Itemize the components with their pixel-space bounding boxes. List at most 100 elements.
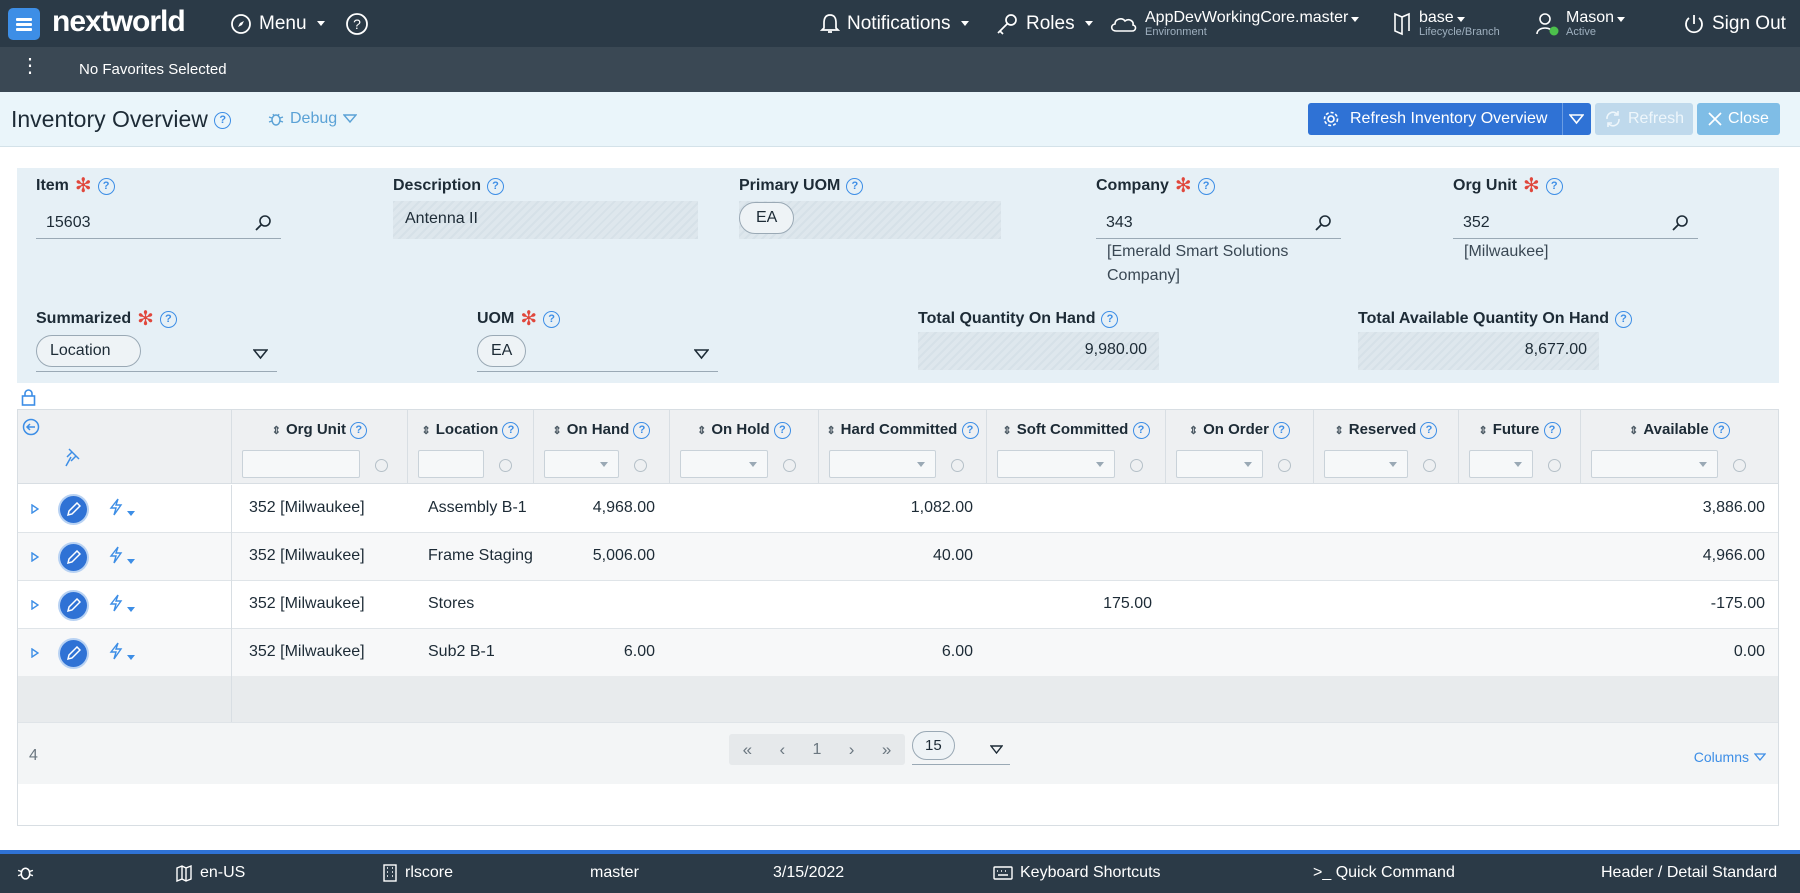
filter-radio[interactable] bbox=[1423, 459, 1436, 472]
edit-row-button[interactable] bbox=[60, 496, 87, 523]
row-actions-button[interactable] bbox=[109, 594, 135, 612]
filter-radio[interactable] bbox=[499, 459, 512, 472]
expand-row-icon[interactable] bbox=[31, 648, 39, 658]
first-page-icon[interactable]: « bbox=[743, 740, 752, 760]
available-filter[interactable] bbox=[1591, 450, 1718, 478]
sort-icon[interactable]: ⇕ bbox=[826, 425, 835, 437]
quick-command-button[interactable]: >_ Quick Command bbox=[1313, 864, 1455, 882]
help-icon[interactable]: ? bbox=[1101, 310, 1119, 328]
column-soft-committed[interactable]: ⇕ Soft Committed ? bbox=[986, 410, 1165, 484]
column-on-order[interactable]: ⇕ On Order ? bbox=[1165, 410, 1313, 484]
sort-icon[interactable]: ⇕ bbox=[272, 425, 281, 437]
help-icon[interactable]: ? bbox=[633, 421, 651, 439]
help-icon[interactable]: ? bbox=[97, 177, 115, 195]
sign-out-button[interactable]: Sign Out bbox=[1683, 0, 1786, 47]
collapse-arrow-icon[interactable] bbox=[22, 418, 40, 436]
sort-icon[interactable]: ⇕ bbox=[1478, 425, 1487, 437]
column-available[interactable]: ⇕ Available ? bbox=[1580, 410, 1778, 484]
sort-icon[interactable]: ⇕ bbox=[697, 425, 706, 437]
filter-radio[interactable] bbox=[1130, 459, 1143, 472]
help-icon[interactable]: ? bbox=[1543, 421, 1561, 439]
column-on-hand[interactable]: ⇕ On Hand ? bbox=[533, 410, 669, 484]
org-unit-input[interactable]: 352 bbox=[1453, 206, 1698, 239]
summarized-select[interactable]: Location bbox=[36, 334, 277, 372]
filter-radio[interactable] bbox=[951, 459, 964, 472]
reserved-filter[interactable] bbox=[1324, 450, 1408, 478]
current-page[interactable]: 1 bbox=[813, 741, 822, 759]
locale-button[interactable]: en-US bbox=[175, 864, 245, 882]
org-unit-filter[interactable] bbox=[242, 450, 360, 478]
help-button[interactable]: ? bbox=[345, 0, 369, 47]
branch-selector[interactable]: base Lifecycle/Branch bbox=[1392, 0, 1500, 47]
notifications-button[interactable]: Notifications bbox=[820, 0, 969, 47]
table-row[interactable]: 352 [Milwaukee] Stores 175.00 -175.00 bbox=[18, 581, 1778, 629]
filter-radio[interactable] bbox=[1733, 459, 1746, 472]
next-page-icon[interactable]: › bbox=[849, 740, 855, 760]
expand-row-icon[interactable] bbox=[31, 552, 39, 562]
expand-row-icon[interactable] bbox=[31, 600, 39, 610]
sort-icon[interactable]: ⇕ bbox=[422, 425, 431, 437]
help-icon[interactable]: ? bbox=[543, 310, 561, 328]
table-row[interactable]: 352 [Milwaukee] Sub2 B-1 6.00 6.00 0.00 bbox=[18, 629, 1778, 677]
on-order-filter[interactable] bbox=[1176, 450, 1263, 478]
page-size-select[interactable]: 15 bbox=[912, 731, 1010, 765]
chevron-down-icon[interactable] bbox=[1569, 114, 1584, 125]
lock-icon[interactable] bbox=[21, 389, 36, 406]
sort-icon[interactable]: ⇕ bbox=[1189, 425, 1198, 437]
help-icon[interactable]: ? bbox=[773, 421, 791, 439]
row-actions-button[interactable] bbox=[109, 498, 135, 516]
company-input[interactable]: 343 bbox=[1096, 206, 1341, 239]
environment-selector[interactable]: AppDevWorkingCore.master Environment bbox=[1108, 0, 1360, 47]
settings-button[interactable] bbox=[17, 864, 34, 881]
search-icon[interactable] bbox=[1315, 214, 1333, 232]
filter-radio[interactable] bbox=[375, 459, 388, 472]
row-actions-button[interactable] bbox=[109, 546, 135, 564]
help-icon[interactable]: ? bbox=[502, 421, 520, 439]
debug-toggle[interactable]: Debug bbox=[268, 110, 358, 128]
row-actions-button[interactable] bbox=[109, 642, 135, 660]
future-filter[interactable] bbox=[1469, 450, 1533, 478]
columns-button[interactable]: Columns bbox=[1694, 749, 1766, 765]
column-hard-committed[interactable]: ⇕ Hard Committed ? bbox=[818, 410, 986, 484]
search-icon[interactable] bbox=[1672, 214, 1690, 232]
help-icon[interactable]: ? bbox=[961, 421, 979, 439]
help-icon[interactable]: ? bbox=[846, 177, 864, 195]
tenant-button[interactable]: rlscore bbox=[382, 864, 453, 882]
table-row[interactable]: 352 [Milwaukee] Frame Staging 5,006.00 40.0… bbox=[18, 533, 1778, 581]
sort-icon[interactable]: ⇕ bbox=[1002, 425, 1011, 437]
column-future[interactable]: ⇕ Future ? bbox=[1458, 410, 1580, 484]
item-input[interactable]: 15603 bbox=[36, 206, 281, 239]
refresh-inventory-overview-button[interactable]: Refresh Inventory Overview bbox=[1308, 103, 1591, 135]
column-location[interactable]: ⇕ Location ? bbox=[407, 410, 533, 484]
user-menu[interactable]: Mason Active bbox=[1535, 0, 1626, 47]
help-icon[interactable]: ? bbox=[1420, 421, 1438, 439]
edit-row-button[interactable] bbox=[60, 592, 87, 619]
help-icon[interactable]: ? bbox=[1273, 421, 1291, 439]
help-icon[interactable]: ? bbox=[350, 421, 368, 439]
previous-page-icon[interactable]: ‹ bbox=[780, 740, 786, 760]
column-reserved[interactable]: ⇕ Reserved ? bbox=[1313, 410, 1458, 484]
help-icon[interactable]: ? bbox=[159, 310, 177, 328]
hamburger-menu-icon[interactable] bbox=[8, 8, 40, 40]
filter-radio[interactable] bbox=[1278, 459, 1291, 472]
help-icon[interactable]: ? bbox=[1197, 177, 1215, 195]
search-icon[interactable] bbox=[255, 214, 273, 232]
layout-label[interactable]: Header / Detail Standard bbox=[1601, 864, 1777, 882]
table-row[interactable]: 352 [Milwaukee] Assembly B-1 4,968.00 1,082… bbox=[18, 485, 1778, 533]
expand-row-icon[interactable] bbox=[31, 504, 39, 514]
edit-row-button[interactable] bbox=[60, 640, 87, 667]
refresh-button[interactable]: Refresh bbox=[1595, 103, 1693, 135]
close-button[interactable]: Close bbox=[1697, 103, 1780, 135]
help-icon[interactable]: ? bbox=[1545, 177, 1563, 195]
filter-radio[interactable] bbox=[783, 459, 796, 472]
filter-radio[interactable] bbox=[634, 459, 647, 472]
help-icon[interactable]: ? bbox=[1712, 421, 1730, 439]
more-vertical-icon[interactable]: ⋮ bbox=[20, 56, 40, 76]
help-icon[interactable]: ? bbox=[214, 112, 232, 130]
filter-radio[interactable] bbox=[1548, 459, 1561, 472]
location-filter[interactable] bbox=[418, 450, 484, 478]
menu-button[interactable]: Menu bbox=[230, 0, 325, 47]
sort-icon[interactable]: ⇕ bbox=[553, 425, 562, 437]
last-page-icon[interactable]: » bbox=[882, 740, 891, 760]
pin-icon[interactable] bbox=[65, 447, 83, 467]
